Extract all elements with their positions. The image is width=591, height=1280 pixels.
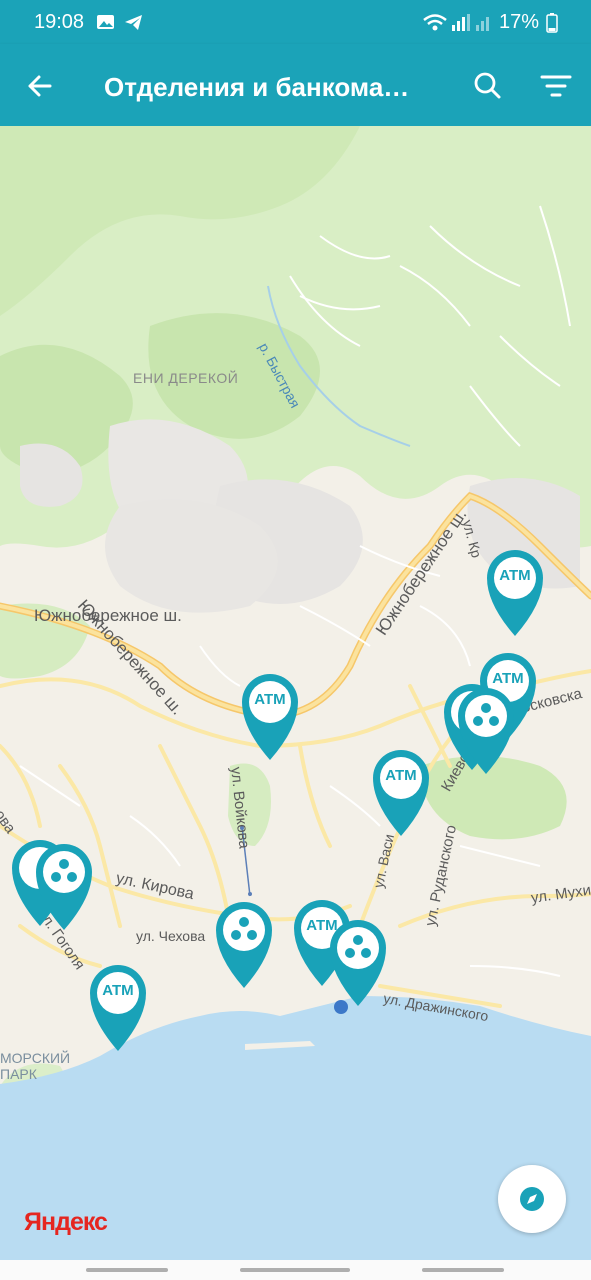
nav-indicator[interactable] — [240, 1268, 350, 1272]
map-label-district: ЕНИ ДЕРЕКОЙ — [133, 370, 239, 386]
signal-icon-2 — [476, 17, 489, 31]
bank-branch-icon — [216, 902, 272, 988]
atm-pin[interactable]: ATM — [86, 963, 150, 1053]
gallery-icon — [97, 15, 114, 29]
telegram-icon — [125, 15, 142, 30]
nav-indicator[interactable] — [86, 1268, 168, 1272]
map-pin-icon — [90, 965, 146, 1051]
search-button[interactable] — [466, 64, 510, 108]
arrow-left-icon — [28, 75, 52, 97]
atm-pin-label: ATM — [499, 567, 531, 584]
atm-pin-label: ATM — [254, 691, 286, 708]
yandex-logo: Яндекс — [24, 1208, 108, 1236]
map-label-ul-chekhova: ул. Чехова — [136, 928, 206, 944]
map-pin-icon — [242, 674, 298, 760]
atm-pin-label: ATM — [385, 767, 417, 784]
map-pin-icon — [487, 550, 543, 636]
atm-pin-label: ATM — [102, 982, 134, 999]
compass-icon — [520, 1187, 544, 1211]
battery-icon — [546, 13, 558, 33]
map-label-park: МОРСКИЙ — [0, 1050, 71, 1066]
filter-button[interactable] — [534, 64, 578, 108]
atm-pin[interactable]: ATM — [369, 748, 433, 838]
status-bar: 19:08 17% — [0, 0, 591, 44]
status-time: 19:08 — [34, 11, 85, 33]
map-view[interactable]: ЕНИ ДЕРЕКОЙ р. Быстрая Южнобережное ш. Ю… — [0, 126, 591, 1260]
map-pin-icon — [373, 750, 429, 836]
branch-pin[interactable] — [326, 918, 390, 1008]
nav-indicator[interactable] — [422, 1268, 504, 1272]
signal-icon — [452, 14, 470, 31]
bank-branch-icon — [36, 844, 92, 930]
battery-percent: 17% — [498, 11, 539, 33]
page-title: Отделения и банкоматы — [104, 72, 414, 102]
search-icon — [474, 72, 501, 99]
app-bar: Отделения и банкоматы — [0, 44, 591, 126]
branch-pin[interactable] — [212, 900, 276, 990]
atm-pin[interactable]: ATM — [238, 672, 302, 762]
filter-icon — [540, 75, 572, 97]
branch-pin[interactable] — [32, 842, 96, 932]
system-nav-bar — [0, 1260, 591, 1280]
back-button[interactable] — [18, 64, 62, 108]
wifi-icon — [423, 14, 447, 31]
atm-pin[interactable]: ATM — [483, 548, 547, 638]
location-button[interactable] — [498, 1165, 566, 1233]
bank-branch-icon — [330, 920, 386, 1006]
map-label-park2: ПАРК — [0, 1066, 37, 1082]
branch-pin[interactable] — [454, 686, 518, 776]
bank-branch-icon — [458, 688, 514, 774]
